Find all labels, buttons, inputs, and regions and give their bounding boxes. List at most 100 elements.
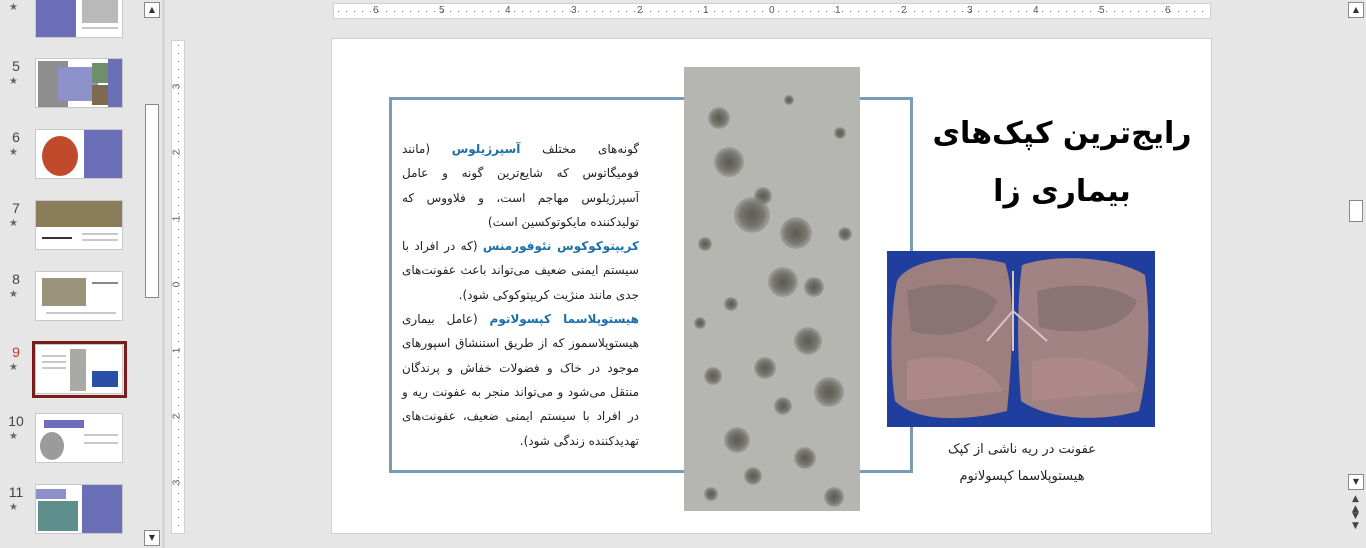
ruler-tick [914, 11, 915, 12]
ruler-tick [1194, 11, 1195, 12]
ruler-tick [434, 11, 435, 12]
spore-cell [724, 297, 738, 311]
ruler-tick [1010, 11, 1011, 12]
ruler-tick [970, 11, 971, 12]
ruler-tick [482, 11, 483, 12]
scrollbar-thumb[interactable] [145, 104, 159, 298]
ruler-tick-label: 0 [171, 281, 183, 288]
ruler-tick [858, 11, 859, 12]
ruler-tick [634, 11, 635, 12]
ruler-tick [178, 477, 179, 478]
vertical-ruler[interactable]: 3 2 1 0 1 2 3 [171, 40, 185, 534]
slide-thumbnail[interactable] [35, 129, 123, 179]
thumbnail-row-11[interactable]: 11 ★ [0, 484, 143, 546]
scroll-up-icon[interactable]: ▲ [1348, 2, 1364, 18]
ruler-tick [874, 11, 875, 12]
ruler-tick-label: 2 [171, 413, 183, 420]
body-text-box[interactable]: گونه‌های مختلف آسپرژیلوس (مانند فومیگاتو… [402, 137, 639, 453]
ruler-tick [778, 11, 779, 12]
ruler-tick [338, 11, 339, 12]
scroll-down-icon[interactable]: ▼ [144, 530, 160, 546]
spore-cell [824, 487, 844, 507]
ruler-tick [834, 11, 835, 12]
ruler-tick [642, 11, 643, 12]
micrograph-image[interactable] [684, 67, 860, 511]
slide-thumbnail[interactable] [35, 0, 123, 38]
highlight-aspergillus: آسپرژیلوس [451, 142, 521, 156]
ruler-tick [178, 165, 179, 166]
thumbnail-row-6[interactable]: 6 ★ [0, 129, 143, 191]
thumbnail-row-8[interactable]: 8 ★ [0, 271, 143, 333]
ruler-tick [178, 525, 179, 526]
ruler-tick [378, 11, 379, 12]
ruler-tick [810, 11, 811, 12]
slide-canvas[interactable]: گونه‌های مختلف آسپرژیلوس (مانند فومیگاتو… [331, 38, 1212, 534]
ruler-tick [178, 317, 179, 318]
ruler-tick [178, 77, 179, 78]
ruler-tick [1098, 11, 1099, 12]
thumbnail-row-4[interactable]: ★ [0, 0, 143, 50]
ruler-tick [1058, 11, 1059, 12]
ruler-tick [938, 11, 939, 12]
ruler-tick [1122, 11, 1123, 12]
slide-thumbnail[interactable] [35, 200, 123, 250]
transition-star-icon: ★ [9, 362, 18, 373]
slide-thumbnail-selected[interactable] [35, 344, 123, 394]
ruler-tick [178, 53, 179, 54]
ruler-tick [882, 11, 883, 12]
thumb-text [92, 282, 118, 284]
slide-thumbnail[interactable] [35, 413, 123, 463]
ruler-tick [850, 11, 851, 12]
spore-cell [694, 317, 706, 329]
thumb-decor [36, 0, 76, 37]
thumbnail-row-5[interactable]: 5 ★ [0, 58, 143, 120]
ruler-tick [898, 11, 899, 12]
thumbnail-row-10[interactable]: 10 ★ [0, 413, 143, 475]
scroll-up-icon[interactable]: ▲ [144, 2, 160, 18]
thumbnail-row-7[interactable]: 7 ★ [0, 200, 143, 262]
spore-cell [768, 267, 798, 297]
ruler-tick [1202, 11, 1203, 12]
ruler-tick [178, 501, 179, 502]
slide-thumbnail[interactable] [35, 58, 123, 108]
panel-divider[interactable] [162, 0, 165, 548]
thumbnail-row-9[interactable]: 9 ★ [0, 341, 143, 406]
ruler-tick [178, 117, 179, 118]
thumb-image [38, 501, 78, 531]
ruler-tick [178, 405, 179, 406]
image-caption[interactable]: عفونت در ریه ناشی از کپک هیستوپلاسما کپس… [902, 436, 1142, 490]
slide-title[interactable]: رایج‌ترین کپک‌های بیماری زا [922, 105, 1202, 221]
thumbnail-scrollbar[interactable]: ▲ ▼ [143, 0, 161, 548]
ruler-tick [178, 213, 179, 214]
ruler-tick [1114, 11, 1115, 12]
ruler-tick [610, 11, 611, 12]
thumb-text [42, 237, 72, 239]
thumb-decor [36, 489, 66, 499]
ruler-tick [706, 11, 707, 12]
lung-photo[interactable] [887, 251, 1155, 427]
ruler-tick [962, 11, 963, 12]
slide-scrollbar[interactable]: ▲ ▼ ▲ ▲ ▼ ▼ [1347, 0, 1366, 548]
horizontal-ruler[interactable]: 6543210123456 [333, 3, 1211, 19]
ruler-tick [418, 11, 419, 12]
ruler-tick [578, 11, 579, 12]
ruler-tick [506, 11, 507, 12]
slide-thumbnail[interactable] [35, 271, 123, 321]
spore-cell [734, 197, 770, 233]
ruler-tick [722, 11, 723, 12]
scrollbar-thumb[interactable] [1349, 200, 1363, 222]
scroll-down-icon[interactable]: ▼ [1348, 474, 1364, 490]
slide-number: 11 [8, 484, 24, 500]
ruler-tick [1026, 11, 1027, 12]
thumb-text [42, 355, 66, 357]
ruler-tick [178, 421, 179, 422]
transition-star-icon: ★ [9, 289, 18, 300]
next-slide-icon[interactable]: ▼ ▼ [1352, 511, 1359, 531]
slide-thumbnail[interactable] [35, 484, 123, 534]
ruler-tick [178, 469, 179, 470]
ruler-tick [178, 141, 179, 142]
transition-star-icon: ★ [9, 218, 18, 229]
ruler-tick [986, 11, 987, 12]
ruler-tick [178, 125, 179, 126]
ruler-tick [1050, 11, 1051, 12]
